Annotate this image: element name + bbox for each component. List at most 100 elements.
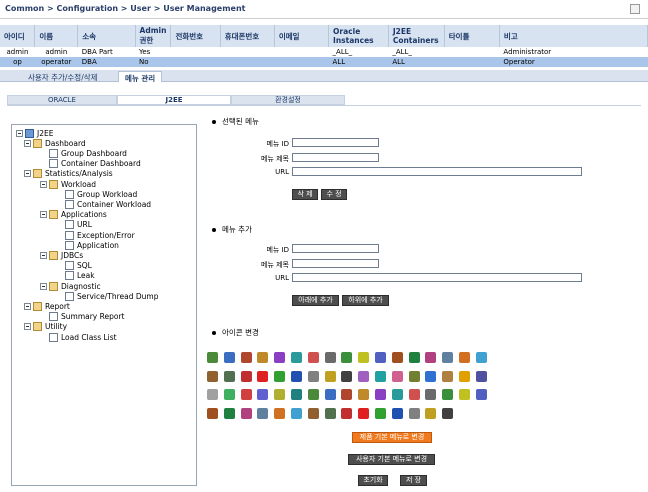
collapse-toggle-icon[interactable]: [40, 211, 47, 219]
tree-node[interactable]: Utility: [24, 322, 67, 332]
save-button[interactable]: 저 장: [400, 475, 427, 486]
palette-icon[interactable]: [257, 352, 269, 363]
palette-icon[interactable]: [408, 407, 420, 419]
palette-icon[interactable]: [307, 407, 319, 419]
collapse-toggle-icon[interactable]: [40, 282, 47, 290]
palette-icon[interactable]: [274, 407, 286, 419]
palette-icon[interactable]: [475, 352, 487, 363]
palette-icon[interactable]: [475, 370, 487, 382]
tab-j2ee[interactable]: J2EE: [117, 95, 231, 105]
add-menu-id-input[interactable]: [292, 244, 379, 253]
edit-button[interactable]: 수 정: [321, 189, 347, 200]
palette-icon[interactable]: [375, 370, 386, 382]
tree-node[interactable]: Report: [24, 301, 70, 311]
palette-icon[interactable]: [324, 370, 336, 382]
palette-icon[interactable]: [207, 370, 218, 382]
palette-icon[interactable]: [341, 389, 353, 400]
palette-icon[interactable]: [324, 407, 336, 419]
palette-icon[interactable]: [207, 352, 218, 363]
palette-icon[interactable]: [442, 407, 454, 419]
palette-icon[interactable]: [223, 389, 235, 400]
column-header[interactable]: 전화번호: [170, 25, 221, 47]
add-menu-name-input[interactable]: [292, 259, 379, 268]
collapse-toggle-icon[interactable]: [40, 251, 47, 259]
tree-node[interactable]: Diagnostic: [40, 281, 101, 291]
column-header[interactable]: 이름: [34, 25, 79, 47]
palette-icon[interactable]: [324, 352, 336, 363]
user-default-menu-button[interactable]: 사용자 기본 메뉴로 변경: [348, 454, 435, 465]
palette-icon[interactable]: [207, 407, 218, 419]
collapse-toggle-icon[interactable]: [24, 302, 31, 310]
palette-icon[interactable]: [307, 370, 319, 382]
palette-icon[interactable]: [358, 389, 370, 400]
palette-icon[interactable]: [425, 407, 437, 419]
add-menu-url-input[interactable]: [292, 273, 582, 282]
menu-url-input[interactable]: [292, 167, 582, 176]
palette-icon[interactable]: [358, 352, 370, 363]
table-row[interactable]: admin admin DBA Part Yes _ALL_ _ALL_ Administr…: [0, 47, 648, 57]
palette-icon[interactable]: [459, 389, 470, 400]
tree-node[interactable]: Group Workload: [56, 189, 137, 199]
palette-icon[interactable]: [375, 407, 386, 419]
palette-icon[interactable]: [223, 352, 235, 363]
tree-node[interactable]: Service/Thread Dump: [56, 291, 158, 301]
palette-icon[interactable]: [442, 370, 454, 382]
palette-icon[interactable]: [291, 389, 302, 400]
palette-icon[interactable]: [425, 370, 437, 382]
table-row[interactable]: op operator DBA No ALL ALL Operator: [0, 57, 648, 67]
delete-button[interactable]: 삭 제: [292, 189, 318, 200]
add-child-button[interactable]: 하위에 추가: [342, 295, 389, 306]
tree-node[interactable]: Workload: [40, 179, 96, 189]
palette-icon[interactable]: [240, 352, 252, 363]
column-header[interactable]: 소속: [77, 25, 136, 47]
tree-node[interactable]: JDBCs: [40, 250, 83, 260]
palette-icon[interactable]: [274, 389, 286, 400]
palette-icon[interactable]: [425, 389, 437, 400]
collapse-toggle-icon[interactable]: [16, 129, 23, 137]
column-header[interactable]: 휴대폰번호: [220, 25, 275, 47]
column-header[interactable]: 이메일: [274, 25, 330, 47]
palette-icon[interactable]: [391, 407, 403, 419]
palette-icon[interactable]: [223, 407, 235, 419]
palette-icon[interactable]: [358, 370, 370, 382]
tree-node[interactable]: Container Workload: [56, 199, 151, 209]
window-icon[interactable]: [630, 4, 640, 14]
palette-icon[interactable]: [475, 389, 487, 400]
palette-icon[interactable]: [223, 370, 235, 382]
collapse-toggle-icon[interactable]: [24, 170, 31, 178]
tab-menu-management[interactable]: 메뉴 관리: [118, 71, 163, 83]
column-header[interactable]: 비고: [499, 25, 648, 47]
palette-icon[interactable]: [391, 352, 403, 363]
tree-node[interactable]: Summary Report: [40, 312, 125, 322]
palette-icon[interactable]: [391, 370, 403, 382]
collapse-toggle-icon[interactable]: [24, 323, 31, 331]
menu-id-input[interactable]: [292, 138, 379, 147]
tree-node[interactable]: URL: [56, 220, 92, 230]
palette-icon[interactable]: [257, 389, 269, 400]
palette-icon[interactable]: [408, 389, 420, 400]
palette-icon[interactable]: [240, 389, 252, 400]
tree-node[interactable]: Applications: [40, 210, 107, 220]
tree-node[interactable]: Container Dashboard: [40, 159, 141, 169]
palette-icon[interactable]: [274, 370, 286, 382]
tree-node[interactable]: Exception/Error: [56, 230, 135, 240]
add-below-button[interactable]: 아래에 추가: [292, 295, 339, 306]
reset-button[interactable]: 초기화: [358, 475, 388, 486]
collapse-toggle-icon[interactable]: [24, 139, 31, 147]
column-header[interactable]: J2EE Containers: [388, 25, 445, 47]
tab-settings[interactable]: 환경설정: [231, 95, 345, 105]
palette-icon[interactable]: [375, 352, 386, 363]
palette-icon[interactable]: [442, 389, 454, 400]
tab-oracle[interactable]: ORACLE: [7, 95, 117, 105]
tree-node[interactable]: Group Dashboard: [40, 148, 127, 158]
palette-icon[interactable]: [324, 389, 336, 400]
tree-node[interactable]: Statistics/Analysis: [24, 169, 113, 179]
palette-icon[interactable]: [291, 370, 302, 382]
tree-node[interactable]: Dashboard: [24, 138, 86, 148]
column-header[interactable]: Oracle Instances: [328, 25, 389, 47]
palette-icon[interactable]: [425, 352, 437, 363]
palette-icon[interactable]: [408, 352, 420, 363]
palette-icon[interactable]: [358, 407, 370, 419]
palette-icon[interactable]: [459, 370, 470, 382]
palette-icon[interactable]: [459, 352, 470, 363]
